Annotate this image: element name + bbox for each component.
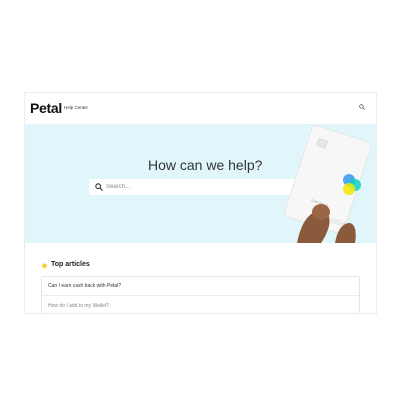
top-navbar: Petal Help Center: [25, 93, 376, 124]
star-icon: [41, 262, 48, 269]
article-link[interactable]: How do I add to my Wallet?: [42, 296, 359, 313]
hero-banner: How can we help? VISA CHIP WILLS: [25, 124, 376, 243]
hero-title: How can we help?: [148, 157, 263, 173]
search-icon: [95, 183, 103, 191]
article-title[interactable]: How do I add to my Wallet?: [48, 303, 109, 309]
search-icon[interactable]: [359, 104, 365, 110]
help-center-page: Petal Help Center How can we help? VISA …: [25, 93, 376, 313]
top-articles-list: Can I earn cash back with Petal? How do …: [41, 276, 360, 313]
card-in-hand-illustration: VISA CHIP WILLS: [284, 124, 372, 243]
petal-logo[interactable]: Petal: [30, 100, 62, 116]
help-center-link[interactable]: Help Center: [64, 105, 88, 110]
article-link[interactable]: Can I earn cash back with Petal?: [42, 277, 359, 296]
top-articles-heading: Top articles: [51, 261, 90, 268]
article-title[interactable]: Can I earn cash back with Petal?: [48, 283, 121, 289]
